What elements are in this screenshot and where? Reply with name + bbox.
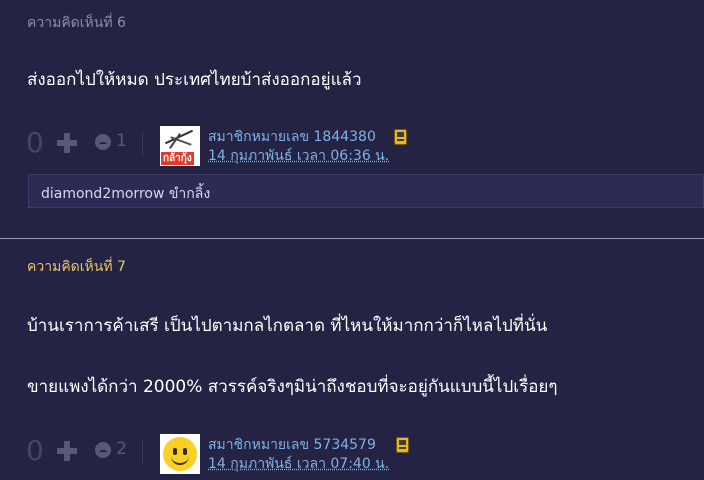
comment-body-line: ส่งออกไปให้หมด ประเทศไทยบ้าส่งออกอยู่แล้… (27, 70, 362, 90)
comment-timestamp[interactable]: 14 กุมภาพันธ์ เวลา 07:40 น. (208, 453, 389, 475)
separator (142, 440, 143, 464)
emoji-reaction-icon[interactable] (95, 442, 111, 458)
comment-vote-row: 0 1 กล้ากุ้ง สมาชิกหมายเลข 1844380 14 กุ… (0, 126, 704, 166)
comment-vote-row: 0 2 สมาชิกหมายเลข 5734579 14 กุมภาพันธ์ … (0, 434, 704, 474)
emoji-count: 2 (116, 439, 127, 459)
emoji-reaction-icon[interactable] (95, 134, 111, 150)
mobile-badge-icon (394, 129, 407, 145)
plus-vote-icon[interactable] (56, 440, 78, 462)
emoji-count: 1 (116, 131, 127, 151)
comment-divider (0, 238, 704, 239)
smiley-face-icon (163, 437, 197, 471)
reply-box: diamond2morrow ขำกลิ้ง (28, 174, 704, 208)
comment-timestamp[interactable]: 14 กุมภาพันธ์ เวลา 06:36 น. (208, 145, 389, 167)
avatar-logo-text: กล้ากุ้ง (161, 152, 194, 165)
avatar-shape (183, 448, 187, 455)
comment-number-label: ความคิดเห็นที่ 7 (27, 259, 126, 275)
avatar[interactable] (160, 434, 200, 474)
vote-score: 0 (26, 434, 44, 467)
avatar-shape (171, 455, 189, 465)
vote-score: 0 (26, 126, 44, 159)
comment-body-line: ขายแพงได้กว่า 2000% สวรรค์จริงๆมิน่าถึงช… (27, 377, 558, 397)
comment-body-line: บ้านเราการค้าเสรี เป็นไปตามกลไกตลาด ที่ไ… (27, 316, 548, 336)
comment-number-label: ความคิดเห็นที่ 6 (27, 15, 126, 31)
avatar[interactable]: กล้ากุ้ง (160, 126, 200, 166)
separator (142, 132, 143, 156)
comment-6: ความคิดเห็นที่ 6 ส่งออกไปให้หมด ประเทศไท… (0, 0, 704, 226)
mobile-badge-icon (396, 437, 409, 453)
avatar-shape (173, 448, 177, 455)
plus-vote-icon[interactable] (56, 132, 78, 154)
reply-text: diamond2morrow ขำกลิ้ง (41, 186, 211, 202)
